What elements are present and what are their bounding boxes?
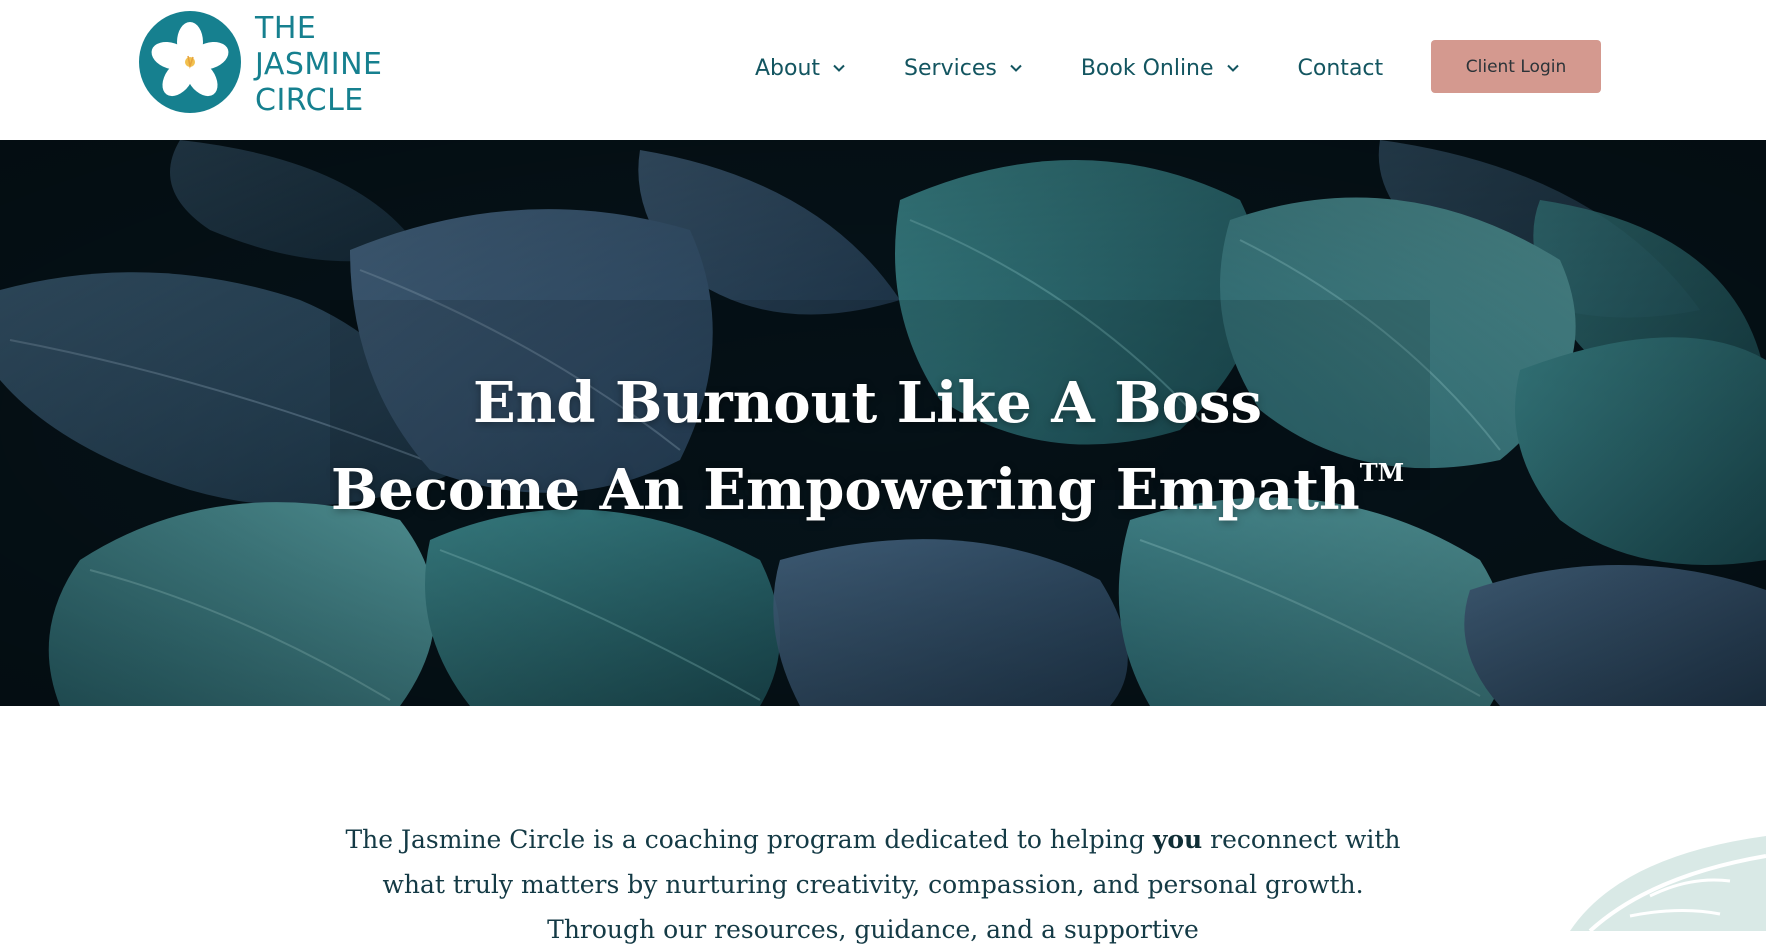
site-header: THE JASMINE CIRCLE About Services Book O… [0, 0, 1766, 140]
chevron-down-icon [833, 64, 845, 72]
nav-item-label: Book Online [1080, 55, 1214, 81]
decorative-leaf-icon [1570, 836, 1766, 931]
nav-item-book-online[interactable]: Book Online [1081, 56, 1240, 81]
site-logo[interactable]: THE JASMINE CIRCLE [139, 11, 404, 118]
logo-line-3: CIRCLE [255, 83, 364, 118]
hero-line-2-text: Become An Empowering Empath [330, 456, 1360, 523]
jasmine-flower-logo-icon [139, 11, 241, 113]
logo-wordmark: THE JASMINE CIRCLE [255, 11, 383, 119]
nav-item-about[interactable]: About [755, 56, 846, 81]
hero-line-2: Become An Empowering EmpathTM [0, 438, 1735, 525]
client-login-button[interactable]: Client Login [1431, 40, 1601, 93]
nav-item-label: Services [904, 55, 997, 81]
nav-item-contact[interactable]: Contact [1298, 56, 1384, 81]
chevron-down-icon [1010, 64, 1022, 72]
hero-line-1: End Burnout Like A Boss [472, 369, 1262, 436]
nav-item-label: Contact [1297, 55, 1384, 81]
chevron-down-icon [1226, 64, 1239, 72]
intro-paragraph: The Jasmine Circle is a coaching program… [340, 817, 1406, 952]
nav-item-label: About [755, 55, 821, 81]
main-nav: About Services Book Online Contact [755, 48, 1383, 88]
hero-headline: End Burnout Like A Boss Become An Empowe… [0, 368, 1735, 525]
intro-emphasis: you [1152, 825, 1203, 854]
hero-banner: End Burnout Like A Boss Become An Empowe… [0, 140, 1766, 706]
logo-line-2: JASMINE [255, 47, 383, 82]
intro-text-1: The Jasmine Circle is a coaching program… [345, 825, 1153, 854]
nav-item-services[interactable]: Services [904, 56, 1023, 81]
logo-line-1: THE [255, 11, 317, 46]
trademark-symbol: TM [1359, 457, 1405, 487]
